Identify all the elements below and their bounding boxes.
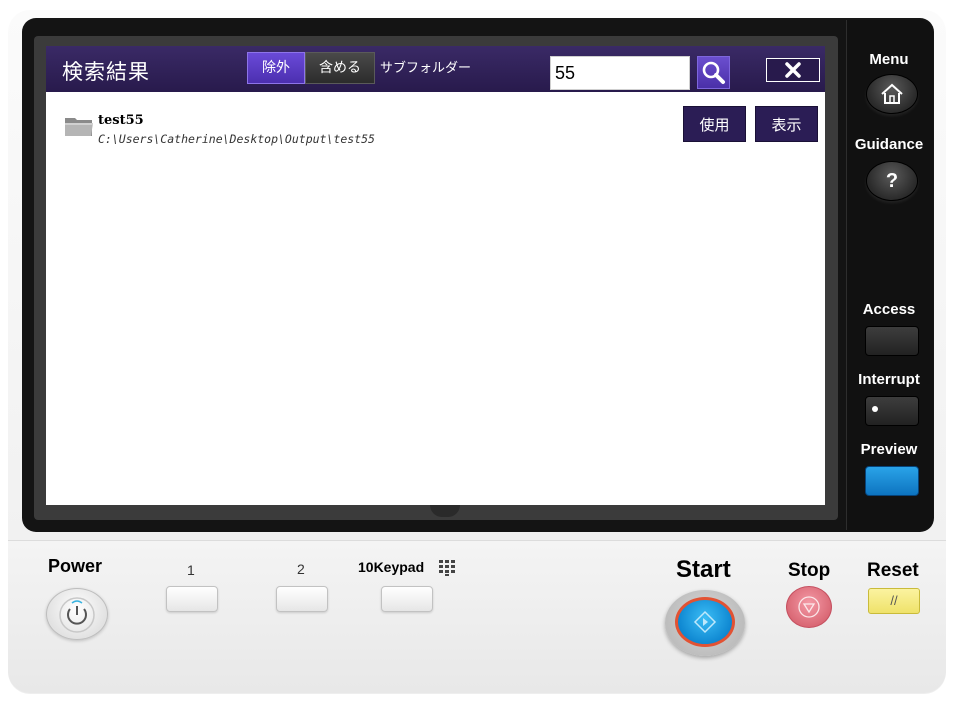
interrupt-indicator-icon bbox=[872, 406, 878, 412]
menu-button[interactable] bbox=[866, 74, 918, 114]
access-label: Access bbox=[862, 301, 916, 318]
reset-button[interactable]: // bbox=[868, 588, 920, 614]
keypad-label: 10Keypad bbox=[358, 559, 425, 575]
reset-icon: // bbox=[890, 593, 898, 608]
keypad-icon bbox=[439, 560, 455, 576]
magnifier-icon bbox=[702, 61, 725, 84]
folder-icon bbox=[65, 118, 93, 136]
preview-label: Preview bbox=[860, 441, 918, 458]
guidance-button[interactable]: ? bbox=[866, 161, 918, 201]
close-button[interactable] bbox=[766, 58, 820, 82]
search-button[interactable] bbox=[697, 56, 730, 89]
button-1-label: 1 bbox=[187, 562, 195, 578]
home-icon bbox=[881, 83, 903, 104]
question-icon: ? bbox=[885, 170, 899, 192]
menu-label: Menu bbox=[869, 51, 909, 68]
close-icon bbox=[785, 62, 801, 78]
result-folder-path: C:\Users\Catherine\Desktop\Output\test55 bbox=[98, 132, 375, 146]
reset-label: Reset bbox=[867, 560, 919, 581]
stop-button[interactable] bbox=[786, 586, 832, 628]
search-result-dialog: 検索結果 除外 含める サブフォルダー test55 C:\Users\Cath… bbox=[46, 46, 825, 505]
start-label: Start bbox=[676, 556, 731, 583]
stop-label: Stop bbox=[788, 560, 831, 581]
dialog-title: 検索結果 bbox=[62, 60, 150, 84]
power-label: Power bbox=[48, 556, 103, 576]
power-icon bbox=[59, 597, 95, 633]
dialog-titlebar: 検索結果 除外 含める サブフォルダー bbox=[46, 46, 825, 92]
interrupt-label: Interrupt bbox=[858, 371, 920, 388]
start-button[interactable] bbox=[665, 590, 745, 656]
start-diamond-icon bbox=[693, 610, 717, 634]
search-input[interactable] bbox=[550, 56, 690, 90]
use-button[interactable]: 使用 bbox=[683, 106, 746, 142]
include-subfolder-button[interactable]: 含める bbox=[305, 52, 375, 84]
register-key-1-button[interactable] bbox=[166, 586, 218, 612]
result-folder-name: test55 bbox=[98, 113, 144, 128]
subfolder-label: サブフォルダー bbox=[380, 61, 472, 76]
start-button-face bbox=[675, 597, 735, 647]
keypad-button[interactable] bbox=[381, 586, 433, 612]
stop-icon bbox=[798, 596, 820, 618]
register-key-2-button[interactable] bbox=[276, 586, 328, 612]
access-button[interactable] bbox=[865, 326, 919, 356]
button-2-label: 2 bbox=[297, 561, 305, 577]
exclude-subfolder-button[interactable]: 除外 bbox=[247, 52, 305, 84]
preview-button[interactable] bbox=[865, 466, 919, 496]
power-button[interactable] bbox=[46, 588, 108, 640]
show-button[interactable]: 表示 bbox=[755, 106, 818, 142]
guidance-label: Guidance bbox=[854, 136, 924, 153]
